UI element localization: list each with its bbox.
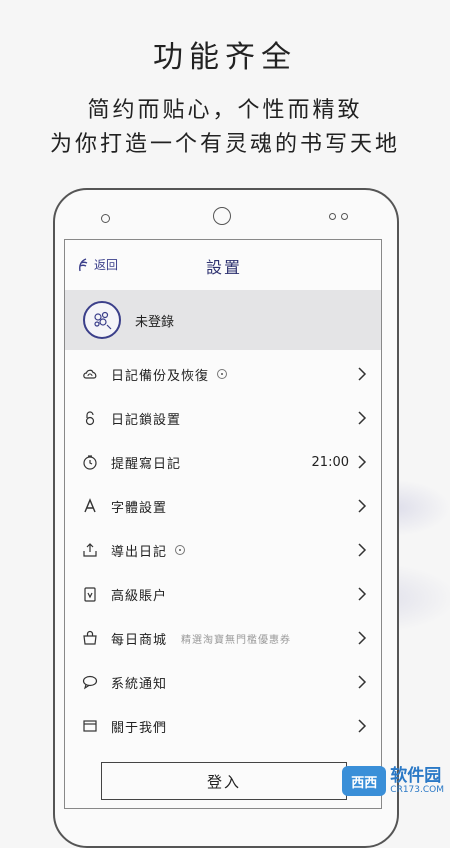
watermark-main: 软件园	[390, 766, 442, 786]
sensor-icon	[101, 214, 110, 223]
chevron-right-icon	[358, 411, 367, 425]
chevron-right-icon	[358, 675, 367, 689]
info-dot-icon	[175, 545, 186, 555]
profile-name: 未登錄	[135, 314, 175, 330]
settings-list: 日記備份及恢復 日記鎖設置 提醒寫日記 21:00 字體設置 導出日記 高級賬户…	[65, 352, 381, 748]
profile-row[interactable]: 未登錄	[65, 290, 381, 350]
sensor-dot-icon	[329, 213, 336, 220]
top-bar: 返回 設置	[65, 240, 381, 290]
reminder-time: 21:00	[311, 454, 349, 470]
settings-item-premium[interactable]: 高級賬户	[65, 572, 381, 616]
lock-icon	[81, 409, 99, 427]
premium-icon	[81, 585, 99, 603]
settings-item-label: 字體設置	[111, 500, 168, 516]
settings-item-label: 日記備份及恢復	[111, 368, 210, 384]
export-icon	[81, 541, 99, 559]
watermark-sub: CR173.COM	[390, 785, 444, 795]
chevron-right-icon	[358, 543, 367, 557]
cloud-sync-icon	[81, 365, 99, 383]
settings-item-export[interactable]: 導出日記	[65, 528, 381, 572]
settings-item-notifications[interactable]: 系統通知	[65, 660, 381, 704]
chevron-right-icon	[358, 455, 367, 469]
info-dot-icon	[217, 369, 228, 379]
chat-bubble-icon	[81, 673, 99, 691]
font-icon	[81, 497, 99, 515]
watermark-text: 软件园 CR173.COM	[390, 767, 444, 795]
settings-item-label: 導出日記	[111, 544, 168, 560]
clock-icon	[81, 453, 99, 471]
subline-1: 简约而贴心，个性而精致	[87, 98, 363, 123]
subline-2: 为你打造一个有灵魂的书写天地	[49, 132, 400, 157]
settings-item-font[interactable]: 字體設置	[65, 484, 381, 528]
settings-item-label: 每日商城	[111, 632, 168, 648]
avatar[interactable]	[83, 301, 121, 339]
site-watermark: 西西 软件园 CR173.COM	[342, 766, 444, 796]
settings-item-label: 日記鎖設置	[111, 412, 182, 428]
sensor-dot-icon	[341, 213, 348, 220]
settings-item-label: 高級賬户	[111, 588, 168, 604]
settings-item-shop[interactable]: 每日商城 精選淘寶無門檻優惠券	[65, 616, 381, 660]
settings-item-about[interactable]: 關于我們	[65, 704, 381, 748]
watermark-logo: 西西	[342, 766, 387, 796]
settings-item-reminder[interactable]: 提醒寫日記 21:00	[65, 440, 381, 484]
camera-icon	[213, 207, 231, 225]
settings-item-label: 關于我們	[111, 720, 168, 736]
settings-item-label: 提醒寫日記	[111, 456, 182, 472]
settings-item-backup[interactable]: 日記備份及恢復	[65, 352, 381, 396]
settings-screen: 返回 設置 未登錄 日記備份及恢復 日記鎖設置 提醒寫日記 21:00 字體設置…	[64, 239, 382, 809]
chevron-right-icon	[358, 499, 367, 513]
shop-hint: 精選淘寶無門檻優惠券	[181, 634, 292, 646]
chevron-right-icon	[358, 631, 367, 645]
chevron-right-icon	[358, 719, 367, 733]
headline: 功能齐全	[153, 40, 297, 75]
settings-item-lock[interactable]: 日記鎖設置	[65, 396, 381, 440]
shopping-bag-icon	[81, 629, 99, 647]
window-icon	[81, 717, 99, 735]
chevron-right-icon	[358, 367, 367, 381]
chevron-right-icon	[358, 587, 367, 601]
login-button[interactable]: 登入	[101, 762, 347, 800]
page-title: 設置	[205, 258, 242, 277]
flower-avatar-icon	[94, 311, 112, 330]
settings-item-label: 系統通知	[111, 676, 168, 692]
